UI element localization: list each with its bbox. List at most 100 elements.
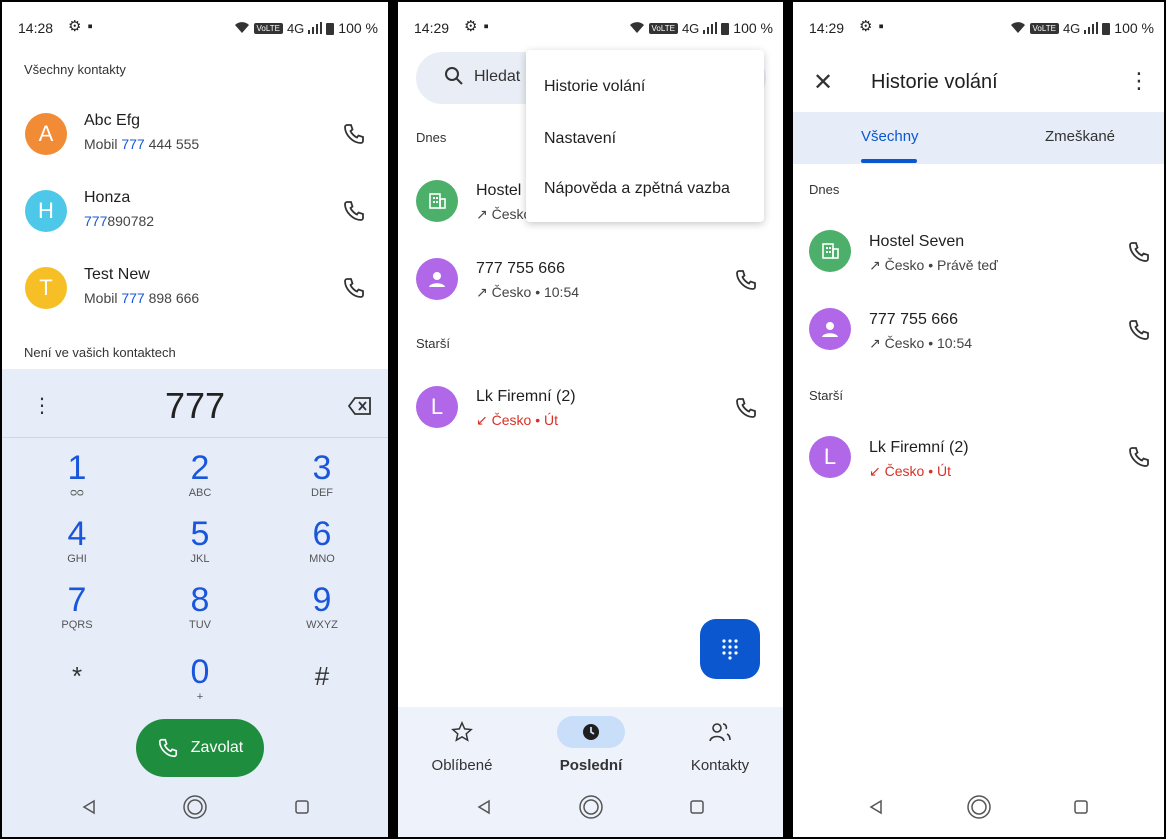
call-name: Lk Firemní (2) [869,439,969,456]
wifi-icon [1010,22,1025,33]
contact-row[interactable]: T Test New Mobil 777 898 666 [2,252,388,322]
system-nav-bar [793,777,1164,837]
tab-indicator [861,159,917,163]
call-name: Hostel [476,182,522,199]
phone-call-icon[interactable] [734,396,758,420]
phone-call-icon[interactable] [1127,445,1151,469]
home-icon[interactable] [571,787,611,827]
call-detail: ↗ Česko • 10:54 [476,284,580,300]
call-detail-missed: ↙ Česko • Út [869,463,951,479]
tab-missed[interactable]: Zmeškané [1045,128,1115,145]
status-right: VoLTE 4G 100 % [1010,20,1154,36]
wifi-icon [629,22,644,33]
call-name: Lk Firemní (2) [476,388,576,405]
more-options-icon[interactable]: ⋮ [1128,68,1150,94]
dialpad-key-2[interactable]: 2 ABC [160,451,240,499]
search-icon [445,67,463,85]
menu-item-call-history[interactable]: Historie volání [544,78,645,96]
person-icon [809,308,851,350]
dialpad-key-4[interactable]: 4 GHI [37,517,117,565]
phone-call-icon[interactable] [342,199,366,223]
older-header: Starší [416,336,450,351]
recents-icon[interactable] [677,787,717,827]
avatar: L [809,436,851,478]
business-icon [809,230,851,272]
menu-item-help-feedback[interactable]: Nápověda a zpětná vazba [544,180,730,198]
battery-level: 100 % [733,20,773,36]
phone-call-icon[interactable] [1127,318,1151,342]
tab-all[interactable]: Všechny [861,128,919,145]
today-header: Dnes [416,130,447,145]
system-nav-bar [2,777,388,837]
volte-icon: VoLTE [1029,22,1059,34]
dialpad-key-1[interactable]: 1 ᴑᴑ [37,451,117,499]
recents-icon[interactable] [1061,787,1101,827]
avatar: L [416,386,458,428]
people-icon [709,723,731,742]
volte-icon: VoLTE [648,22,678,34]
star-icon [451,721,473,742]
call-name: Hostel Seven [869,233,965,250]
call-button[interactable]: Zavolat [136,719,264,777]
dialed-number[interactable]: 777 [2,385,388,427]
dialpad-key-0[interactable]: 0 + [160,655,240,703]
contact-name: Honza [84,189,131,206]
backspace-icon[interactable] [348,397,372,415]
dialpad-fab[interactable] [700,619,760,679]
overflow-menu: Historie volání Nastavení Nápověda a zpě… [526,50,764,222]
status-bar: 14:28 ⚙▪ VoLTE 4G 100 % [2,2,388,54]
dialpad-key-8[interactable]: 8 TUV [160,583,240,631]
contact-name: Abc Efg [84,112,141,129]
app-bar: ✕ Historie volání ⋮ [793,52,1164,112]
recents-icon[interactable] [282,787,322,827]
nav-recent[interactable]: Poslední [531,715,651,774]
menu-item-settings[interactable]: Nastavení [544,130,616,148]
status-right: VoLTE 4G 100 % [234,20,378,36]
signal-icon [703,22,718,34]
nav-favorites[interactable]: Oblíbené [402,715,522,774]
call-name: 777 755 666 [476,260,565,277]
contact-number: Mobil 777 444 555 [84,136,200,152]
recent-calls-screen: 14:29 ⚙▪ VoLTE 4G 100 % Hledat Dnes Host… [398,2,783,837]
network-type: 4G [681,20,700,36]
phone-call-icon[interactable] [1127,240,1151,264]
dialpad-key-hash[interactable]: # [282,659,362,693]
call-detail-missed: ↙ Česko • Út [476,412,558,428]
close-icon[interactable]: ✕ [813,68,833,97]
home-icon[interactable] [175,787,215,827]
dialpad-key-5[interactable]: 5 JKL [160,517,240,565]
avatar: H [25,190,67,232]
wifi-icon [234,22,249,33]
battery-icon [326,22,335,35]
status-time: 14:28 [18,20,54,36]
back-icon[interactable] [464,787,504,827]
bottom-navigation: Oblíbené Poslední Kontakty [398,707,783,777]
battery-icon [1102,22,1111,35]
contact-number: Mobil 777 898 666 [84,290,200,306]
contact-row[interactable]: A Abc Efg Mobil 777 444 555 [2,98,388,168]
dialpad-key-9[interactable]: 9 WXYZ [282,583,362,631]
dialpad-key-6[interactable]: 6 MNO [282,517,362,565]
signal-icon [1084,22,1099,34]
avatar: T [25,267,67,309]
status-bar: 14:29 ⚙▪ VoLTE 4G 100 % [793,2,1164,54]
nav-contacts[interactable]: Kontakty [660,715,780,774]
phone-call-icon[interactable] [342,276,366,300]
dialpad-key-3[interactable]: 3 DEF [282,451,362,499]
home-icon[interactable] [959,787,999,827]
contact-row[interactable]: H Honza 777890782 [2,175,388,245]
dialpad-key-7[interactable]: 7 PQRS [37,583,117,631]
search-placeholder: Hledat [474,68,521,85]
person-icon [416,258,458,300]
phone-call-icon[interactable] [342,122,366,146]
voicemail-icon: ᴑᴑ [70,487,84,499]
clock-icon [583,724,599,740]
phone-call-icon[interactable] [734,268,758,292]
status-right: VoLTE 4G 100 % [629,20,773,36]
back-icon[interactable] [856,787,896,827]
dialpad-key-star[interactable]: * [37,659,117,693]
phone-call-icon [158,738,177,758]
back-icon[interactable] [69,787,109,827]
call-history-screen: 14:29 ⚙▪ VoLTE 4G 100 % ✕ Historie volán… [793,2,1164,837]
settings-icon: ⚙▪ [464,18,495,35]
